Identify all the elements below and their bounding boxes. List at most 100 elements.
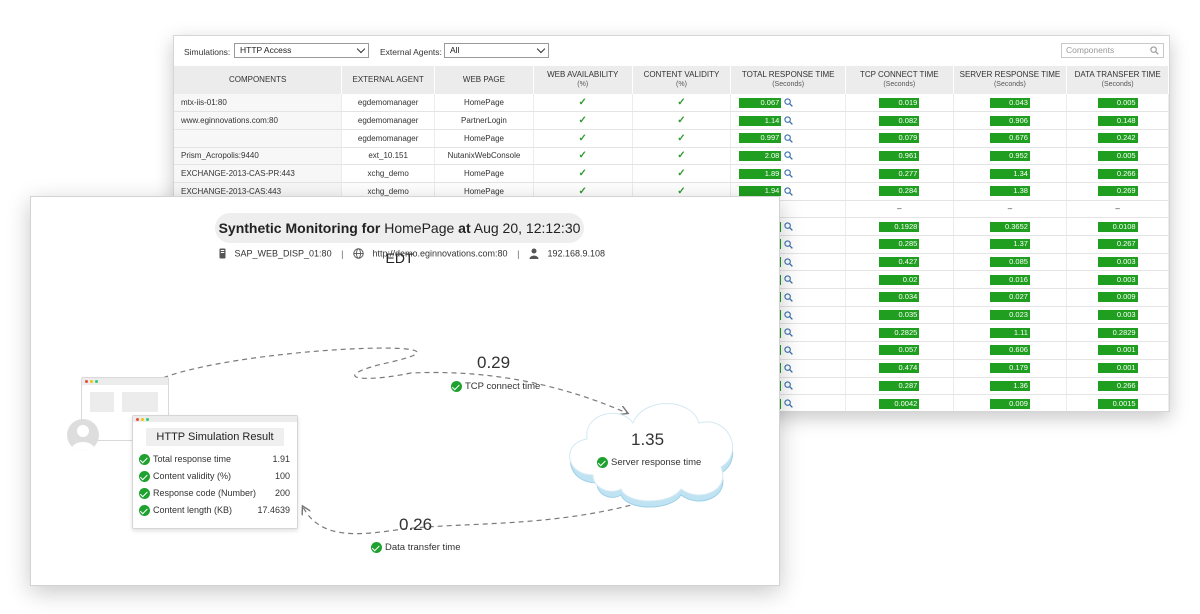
cell-server: 0.676 xyxy=(953,129,1068,148)
cell-transfer: 0.009 xyxy=(1066,288,1169,307)
metric-bar: 0.2829 xyxy=(1097,327,1138,338)
metric-bar: 0.676 xyxy=(989,133,1030,144)
column-header[interactable]: SERVER RESPONSE TIME (Seconds) xyxy=(953,66,1068,94)
check-icon: ✓ xyxy=(677,150,686,162)
search-icon[interactable] xyxy=(1150,46,1159,55)
user-icon xyxy=(529,248,539,260)
cell-server: 0.085 xyxy=(953,253,1068,272)
cell-agent: egdemomanager xyxy=(341,111,436,130)
zoom-icon[interactable] xyxy=(784,134,794,143)
cell-page: PartnerLogin xyxy=(434,111,534,130)
zoom-icon[interactable] xyxy=(784,364,794,373)
cell-text: egdemomanager xyxy=(357,133,419,143)
cell-agent: egdemomanager xyxy=(341,129,436,148)
column-unit: (Seconds) xyxy=(1101,81,1134,88)
cell-transfer: 0.267 xyxy=(1066,235,1169,254)
zoom-icon[interactable] xyxy=(784,257,794,267)
cell-text: mtx-iis-01:80 xyxy=(181,98,227,108)
zoom-icon[interactable] xyxy=(784,399,794,408)
zoom-icon[interactable] xyxy=(784,116,794,125)
cell-avail: ✓ xyxy=(533,164,633,183)
metric-bar: 0.034 xyxy=(879,292,920,303)
tcp-flow-arrow xyxy=(154,347,627,413)
cell-text: Prism_Acropolis:9440 xyxy=(181,151,259,161)
component-search-input[interactable]: Components xyxy=(1061,43,1164,58)
table-row[interactable]: www.eginnovations.com:80 egdemomanager Par… xyxy=(174,111,1169,130)
result-label: Response code (Number) xyxy=(153,488,257,498)
cell-transfer: 0.266 xyxy=(1066,164,1169,183)
server-icon xyxy=(219,248,226,259)
column-header[interactable]: WEB AVAILABILITY (%) xyxy=(533,66,633,94)
check-circle-icon xyxy=(139,471,150,483)
globe-icon xyxy=(353,248,364,259)
check-circle-icon xyxy=(139,505,150,517)
result-title: HTTP Simulation Result xyxy=(146,428,284,446)
result-list: Total response time 1.91 Content validity … xyxy=(133,451,297,519)
zoom-icon[interactable] xyxy=(784,98,794,107)
column-header[interactable]: WEB PAGE xyxy=(434,66,534,94)
cell-server: 0.043 xyxy=(953,94,1068,113)
cell-transfer: 0.2829 xyxy=(1066,323,1169,343)
cell-valid: ✓ xyxy=(632,164,732,183)
data-transfer-value: 0.26 xyxy=(399,515,433,534)
column-title: TCP CONNECT TIME xyxy=(859,70,939,79)
cell-valid: ✓ xyxy=(632,147,732,166)
zoom-icon[interactable] xyxy=(784,169,794,178)
column-header[interactable]: TCP CONNECT TIME (Seconds) xyxy=(845,66,954,94)
metric-bar: 0.016 xyxy=(989,274,1030,285)
column-header[interactable]: EXTERNAL AGENT xyxy=(341,66,436,94)
agents-label: External Agents: xyxy=(380,47,442,57)
table-row[interactable]: mtx-iis-01:80 egdemomanager HomePage ✓ ✓ 0.06… xyxy=(174,94,1169,113)
http-result-card: HTTP Simulation Result Total response ti… xyxy=(132,415,298,529)
cell-agent: ext_10.151 xyxy=(341,147,436,166)
cell-tcp: 0.285 xyxy=(845,235,954,254)
column-title: DATA TRANSFER TIME xyxy=(1074,70,1161,79)
cell-tcp: 0.02 xyxy=(845,270,954,290)
zoom-icon[interactable] xyxy=(784,310,794,320)
cell-transfer: 0.005 xyxy=(1066,94,1169,113)
column-header[interactable]: COMPONENTS xyxy=(174,66,343,94)
cell-transfer: 0.001 xyxy=(1066,341,1169,360)
agents-select[interactable]: All xyxy=(444,43,549,58)
check-circle-icon xyxy=(139,454,150,466)
cell-text: HomePage xyxy=(463,169,504,179)
zoom-icon[interactable] xyxy=(784,381,794,391)
zoom-icon[interactable] xyxy=(784,222,794,231)
cell-component: www.eginnovations.com:80 xyxy=(174,111,343,130)
column-title: COMPONENTS xyxy=(228,75,287,84)
metric-bar: 0.043 xyxy=(989,97,1030,108)
cell-total: 1.89 xyxy=(730,164,846,183)
zoom-icon[interactable] xyxy=(784,187,794,196)
cell-text: EXCHANGE-2013-CAS:443 xyxy=(181,186,282,196)
result-label: Content length (KB) xyxy=(153,505,233,515)
column-header[interactable]: TOTAL RESPONSE TIME (Seconds) xyxy=(730,66,846,94)
table-row[interactable]: EXCHANGE-2013-CAS-PR:443 xchg_demo HomePag… xyxy=(174,164,1169,183)
url-link[interactable]: http://demo.eginnovations.com:80 xyxy=(372,249,507,259)
cell-server: 1.11 xyxy=(953,323,1068,343)
table-row[interactable]: egdemomanager HomePage ✓ ✓ 0.997 0.079 0.676 0.… xyxy=(174,129,1169,148)
zoom-icon[interactable] xyxy=(784,328,794,338)
metric-bar: 0.02 xyxy=(879,274,920,285)
metric-bar: 0.427 xyxy=(879,257,920,268)
column-title: SERVER RESPONSE TIME xyxy=(959,70,1061,79)
cell-text: – xyxy=(897,204,902,214)
table-row[interactable]: Prism_Acropolis:9440 ext_10.151 NutanixWeb… xyxy=(174,147,1169,166)
simulations-select[interactable]: HTTP Access xyxy=(234,43,369,58)
zoom-icon[interactable] xyxy=(784,240,794,249)
result-row: Response code (Number) 200 xyxy=(133,485,297,502)
metric-bar: 0.082 xyxy=(879,115,920,126)
cell-text: HomePage xyxy=(463,186,504,196)
zoom-icon[interactable] xyxy=(784,275,794,285)
cell-server: 1.37 xyxy=(953,235,1068,254)
column-header[interactable]: DATA TRANSFER TIME (Seconds) xyxy=(1066,66,1169,94)
column-header[interactable]: CONTENT VALIDITY (%) xyxy=(632,66,732,94)
cell-server: 0.016 xyxy=(953,270,1068,290)
cell-component xyxy=(174,129,343,148)
cell-avail: ✓ xyxy=(533,147,633,166)
zoom-icon[interactable] xyxy=(784,293,794,302)
zoom-icon[interactable] xyxy=(784,151,794,161)
zoom-icon[interactable] xyxy=(784,346,794,355)
cell-transfer: 0.0108 xyxy=(1066,217,1169,236)
column-title: CONTENT VALIDITY xyxy=(643,70,720,79)
metric-bar: 0.0108 xyxy=(1097,221,1138,232)
